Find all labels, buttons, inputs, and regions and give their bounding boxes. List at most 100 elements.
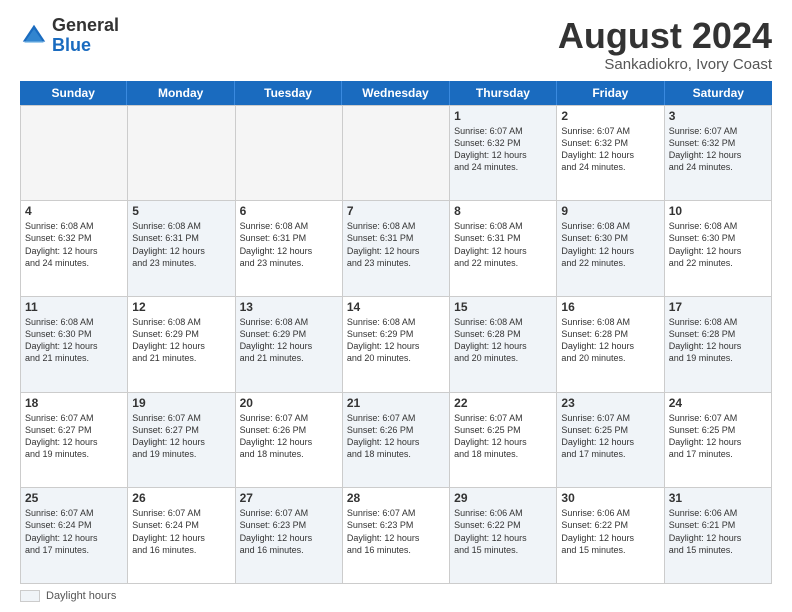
day-number: 27	[240, 491, 338, 505]
day-info: Sunrise: 6:08 AM Sunset: 6:29 PM Dayligh…	[347, 316, 445, 365]
calendar-day-6: 6 Sunrise: 6:08 AM Sunset: 6:31 PM Daylig…	[236, 201, 343, 297]
day-info: Sunrise: 6:06 AM Sunset: 6:22 PM Dayligh…	[454, 507, 552, 556]
calendar-day-14: 14Sunrise: 6:08 AM Sunset: 6:29 PM Dayli…	[343, 297, 450, 393]
calendar-day-3: 3 Sunrise: 6:07 AM Sunset: 6:32 PM Daylig…	[665, 106, 772, 202]
calendar: SundayMondayTuesdayWednesdayThursdayFrid…	[20, 81, 772, 584]
calendar-day-25: 25 Sunrise: 6:07 AM Sunset: 6:24 PM Dayli…	[21, 488, 128, 584]
day-info: Sunrise: 6:07 AM Sunset: 6:32 PM Dayligh…	[561, 125, 659, 174]
calendar-day-1: 1 Sunrise: 6:07 AM Sunset: 6:32 PM Daylig…	[450, 106, 557, 202]
day-number: 29	[454, 491, 552, 505]
day-info: Sunrise: 6:08 AM Sunset: 6:31 PM Dayligh…	[240, 220, 338, 269]
calendar-day-5: 5Sunrise: 6:08 AM Sunset: 6:31 PM Daylig…	[128, 201, 235, 297]
calendar-row: 11 Sunrise: 6:08 AM Sunset: 6:30 PM Dayli…	[21, 297, 772, 393]
calendar-day-20: 20Sunrise: 6:07 AM Sunset: 6:26 PM Dayli…	[236, 393, 343, 489]
day-info: Sunrise: 6:08 AM Sunset: 6:31 PM Dayligh…	[347, 220, 445, 269]
calendar-day-empty	[128, 106, 235, 202]
logo-icon	[20, 22, 48, 50]
weekday-header-wednesday: Wednesday	[342, 81, 449, 105]
day-info: Sunrise: 6:07 AM Sunset: 6:26 PM Dayligh…	[347, 412, 445, 461]
day-info: Sunrise: 6:08 AM Sunset: 6:28 PM Dayligh…	[669, 316, 767, 365]
daylight-label: Daylight hours	[46, 590, 116, 602]
day-number: 3	[669, 109, 767, 123]
day-number: 10	[669, 204, 767, 218]
weekday-header-monday: Monday	[127, 81, 234, 105]
calendar-day-24: 24Sunrise: 6:07 AM Sunset: 6:25 PM Dayli…	[665, 393, 772, 489]
day-number: 23	[561, 396, 659, 410]
calendar-day-4: 4Sunrise: 6:08 AM Sunset: 6:32 PM Daylig…	[21, 201, 128, 297]
day-number: 25	[25, 491, 123, 505]
day-info: Sunrise: 6:07 AM Sunset: 6:23 PM Dayligh…	[347, 507, 445, 556]
day-info: Sunrise: 6:07 AM Sunset: 6:25 PM Dayligh…	[669, 412, 767, 461]
calendar-day-17: 17Sunrise: 6:08 AM Sunset: 6:28 PM Dayli…	[665, 297, 772, 393]
day-info: Sunrise: 6:07 AM Sunset: 6:23 PM Dayligh…	[240, 507, 338, 556]
day-number: 6	[240, 204, 338, 218]
calendar-row: 18 Sunrise: 6:07 AM Sunset: 6:27 PM Dayli…	[21, 393, 772, 489]
logo: General Blue	[20, 16, 119, 56]
day-info: Sunrise: 6:07 AM Sunset: 6:24 PM Dayligh…	[25, 507, 123, 556]
day-number: 16	[561, 300, 659, 314]
calendar-day-8: 8Sunrise: 6:08 AM Sunset: 6:31 PM Daylig…	[450, 201, 557, 297]
weekday-header-saturday: Saturday	[665, 81, 772, 105]
title-month: August 2024	[558, 16, 772, 56]
day-info: Sunrise: 6:07 AM Sunset: 6:27 PM Dayligh…	[25, 412, 123, 461]
calendar-day-empty	[343, 106, 450, 202]
calendar-day-10: 10Sunrise: 6:08 AM Sunset: 6:30 PM Dayli…	[665, 201, 772, 297]
day-number: 9	[561, 204, 659, 218]
calendar-day-19: 19 Sunrise: 6:07 AM Sunset: 6:27 PM Dayli…	[128, 393, 235, 489]
day-info: Sunrise: 6:08 AM Sunset: 6:28 PM Dayligh…	[454, 316, 552, 365]
calendar-day-12: 12 Sunrise: 6:08 AM Sunset: 6:29 PM Dayli…	[128, 297, 235, 393]
day-number: 13	[240, 300, 338, 314]
weekday-header-friday: Friday	[557, 81, 664, 105]
day-info: Sunrise: 6:08 AM Sunset: 6:30 PM Dayligh…	[25, 316, 123, 365]
logo-blue: Blue	[52, 36, 119, 56]
weekday-header-tuesday: Tuesday	[235, 81, 342, 105]
day-number: 1	[454, 109, 552, 123]
calendar-day-21: 21 Sunrise: 6:07 AM Sunset: 6:26 PM Dayli…	[343, 393, 450, 489]
day-number: 20	[240, 396, 338, 410]
day-number: 12	[132, 300, 230, 314]
day-info: Sunrise: 6:08 AM Sunset: 6:32 PM Dayligh…	[25, 220, 123, 269]
day-number: 30	[561, 491, 659, 505]
logo-text: General Blue	[52, 16, 119, 56]
day-number: 2	[561, 109, 659, 123]
daylight-swatch	[20, 590, 40, 602]
day-number: 31	[669, 491, 767, 505]
calendar-day-empty	[21, 106, 128, 202]
day-info: Sunrise: 6:07 AM Sunset: 6:32 PM Dayligh…	[669, 125, 767, 174]
calendar-day-23: 23 Sunrise: 6:07 AM Sunset: 6:25 PM Dayli…	[557, 393, 664, 489]
calendar-day-18: 18 Sunrise: 6:07 AM Sunset: 6:27 PM Dayli…	[21, 393, 128, 489]
day-info: Sunrise: 6:07 AM Sunset: 6:25 PM Dayligh…	[561, 412, 659, 461]
day-number: 18	[25, 396, 123, 410]
day-info: Sunrise: 6:06 AM Sunset: 6:22 PM Dayligh…	[561, 507, 659, 556]
calendar-day-22: 22Sunrise: 6:07 AM Sunset: 6:25 PM Dayli…	[450, 393, 557, 489]
calendar-day-empty	[236, 106, 343, 202]
day-number: 7	[347, 204, 445, 218]
page: General Blue August 2024 Sankadiokro, Iv…	[0, 0, 792, 612]
calendar-day-9: 9Sunrise: 6:08 AM Sunset: 6:30 PM Daylig…	[557, 201, 664, 297]
calendar-body: 1 Sunrise: 6:07 AM Sunset: 6:32 PM Daylig…	[20, 105, 772, 584]
day-number: 11	[25, 300, 123, 314]
calendar-header: SundayMondayTuesdayWednesdayThursdayFrid…	[20, 81, 772, 105]
day-number: 21	[347, 396, 445, 410]
logo-general: General	[52, 16, 119, 36]
calendar-day-11: 11 Sunrise: 6:08 AM Sunset: 6:30 PM Dayli…	[21, 297, 128, 393]
day-number: 5	[132, 204, 230, 218]
calendar-day-30: 30 Sunrise: 6:06 AM Sunset: 6:22 PM Dayli…	[557, 488, 664, 584]
header: General Blue August 2024 Sankadiokro, Iv…	[20, 16, 772, 73]
calendar-day-26: 26Sunrise: 6:07 AM Sunset: 6:24 PM Dayli…	[128, 488, 235, 584]
title-block: August 2024 Sankadiokro, Ivory Coast	[558, 16, 772, 73]
weekday-header-thursday: Thursday	[450, 81, 557, 105]
calendar-day-29: 29 Sunrise: 6:06 AM Sunset: 6:22 PM Dayli…	[450, 488, 557, 584]
calendar-row: 25 Sunrise: 6:07 AM Sunset: 6:24 PM Dayli…	[21, 488, 772, 584]
day-number: 8	[454, 204, 552, 218]
calendar-row: 1 Sunrise: 6:07 AM Sunset: 6:32 PM Daylig…	[21, 106, 772, 202]
day-number: 19	[132, 396, 230, 410]
day-info: Sunrise: 6:07 AM Sunset: 6:32 PM Dayligh…	[454, 125, 552, 174]
day-number: 15	[454, 300, 552, 314]
day-info: Sunrise: 6:08 AM Sunset: 6:29 PM Dayligh…	[132, 316, 230, 365]
footer: Daylight hours	[20, 590, 772, 602]
calendar-day-28: 28Sunrise: 6:07 AM Sunset: 6:23 PM Dayli…	[343, 488, 450, 584]
day-info: Sunrise: 6:07 AM Sunset: 6:27 PM Dayligh…	[132, 412, 230, 461]
day-info: Sunrise: 6:07 AM Sunset: 6:25 PM Dayligh…	[454, 412, 552, 461]
title-location: Sankadiokro, Ivory Coast	[558, 56, 772, 73]
